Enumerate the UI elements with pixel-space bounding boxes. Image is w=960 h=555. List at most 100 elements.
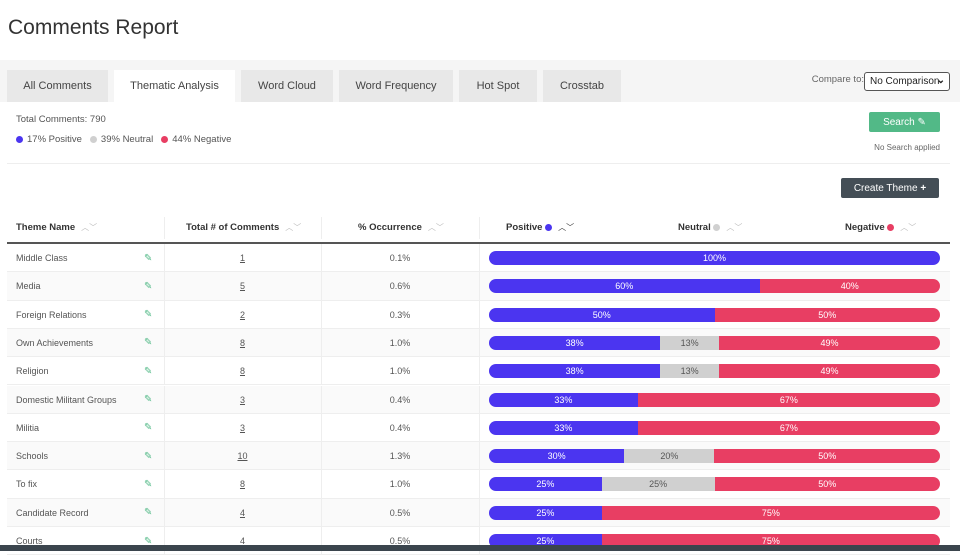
comment-count-link[interactable]: 2 <box>240 310 245 320</box>
plus-icon: + <box>920 182 927 194</box>
tab-hot-spot[interactable]: Hot Spot <box>459 70 537 102</box>
col-occurrence[interactable]: % Occurrence ︿﹀ <box>358 213 444 242</box>
tab-word-cloud[interactable]: Word Cloud <box>241 70 333 102</box>
col-separator <box>479 413 480 442</box>
comment-count-link[interactable]: 8 <box>240 479 245 489</box>
tab-all-comments[interactable]: All Comments <box>7 70 108 102</box>
theme-name: Candidate Record <box>16 507 89 518</box>
positive-segment: 25% <box>489 505 602 520</box>
search-status: No Search applied <box>874 143 940 152</box>
edit-icon[interactable]: ✎ <box>144 442 152 470</box>
negative-segment: 40% <box>759 279 940 294</box>
edit-icon[interactable]: ✎ <box>144 470 152 498</box>
create-theme-button[interactable]: Create Theme + <box>841 178 939 198</box>
search-label: Search <box>883 116 915 128</box>
table-row: Schools ✎ 10 1.3% 30% 20% 50% <box>7 442 950 471</box>
col-label: Total # of Comments <box>186 222 280 233</box>
neutral-segment: 25% <box>601 477 715 492</box>
tab-word-frequency[interactable]: Word Frequency <box>339 70 453 102</box>
negative-segment: 49% <box>719 335 940 350</box>
edit-icon[interactable]: ✎ <box>144 272 152 300</box>
table-row: Domestic Militant Groups ✎ 3 0.4% 33% 67% <box>7 385 950 414</box>
comment-count-link[interactable]: 3 <box>240 423 245 433</box>
edit-icon[interactable]: ✎ <box>144 499 152 527</box>
table-row: Media ✎ 5 0.6% 60% 40% <box>7 272 950 301</box>
col-label: % Occurrence <box>358 222 422 233</box>
col-theme-name[interactable]: Theme Name ︿﹀ <box>16 213 97 242</box>
occurrence: 1.3% <box>389 451 411 462</box>
occurrence: 0.5% <box>389 507 411 518</box>
bottom-bar <box>0 545 960 551</box>
negative-segment: 50% <box>714 449 940 464</box>
comment-count-link[interactable]: 3 <box>240 395 245 405</box>
divider <box>7 163 950 164</box>
col-neutral[interactable]: Neutral ︿﹀ <box>678 213 742 242</box>
col-separator <box>321 217 322 239</box>
sentiment-legend: 17% Positive 39% Neutral 44% Negative <box>16 134 231 145</box>
positive-segment: 30% <box>489 449 625 464</box>
table-row: Militia ✎ 3 0.4% 33% 67% <box>7 413 950 443</box>
negative-segment: 50% <box>714 307 940 322</box>
comment-count-link[interactable]: 8 <box>240 366 245 376</box>
col-separator <box>479 328 480 357</box>
comment-count-link[interactable]: 1 <box>240 253 245 263</box>
edit-icon: ✎ <box>917 116 926 128</box>
edit-icon[interactable]: ✎ <box>144 244 152 272</box>
sentiment-bar: 33% 67% <box>489 420 940 435</box>
tab-crosstab[interactable]: Crosstab <box>543 70 621 102</box>
positive-segment: 50% <box>489 307 715 322</box>
positive-segment: 38% <box>489 364 661 379</box>
sentiment-bar: 38% 13% 49% <box>489 364 940 379</box>
sentiment-bar: 60% 40% <box>489 279 940 294</box>
col-separator <box>479 244 480 272</box>
edit-icon[interactable]: ✎ <box>144 329 152 357</box>
positive-segment: 33% <box>489 392 638 407</box>
sentiment-bar: 25% 25% 50% <box>489 477 940 492</box>
occurrence: 0.1% <box>389 253 411 263</box>
positive-segment: 60% <box>489 279 760 294</box>
theme-name: Own Achievements <box>16 337 94 348</box>
search-button[interactable]: Search ✎ <box>869 112 940 132</box>
occurrence: 0.6% <box>389 281 411 292</box>
negative-segment: 67% <box>637 420 940 435</box>
col-total[interactable]: Total # of Comments ︿﹀ <box>186 213 301 242</box>
comment-count-link[interactable]: 10 <box>237 451 247 461</box>
sort-icon[interactable]: ︿﹀ <box>900 222 916 233</box>
sort-icon[interactable]: ︿﹀ <box>428 222 444 233</box>
positive-dot-icon <box>545 224 553 231</box>
table-row: Religion ✎ 8 1.0% 38% 13% 49% <box>7 357 950 386</box>
theme-name: Schools <box>16 451 49 462</box>
col-label: Theme Name <box>16 222 76 233</box>
occurrence: 1.0% <box>389 479 411 490</box>
edit-icon[interactable]: ✎ <box>144 357 152 385</box>
compare-select[interactable]: No Comparison ⌄ <box>864 72 950 91</box>
col-separator <box>479 300 480 329</box>
table-row: Foreign Relations ✎ 2 0.3% 50% 50% <box>7 300 950 329</box>
neutral-dot-icon <box>713 224 721 231</box>
table-row: Own Achievements ✎ 8 1.0% 38% 13% 49% <box>7 328 950 358</box>
col-separator <box>479 385 480 414</box>
theme-name: Domestic Militant Groups <box>16 394 117 405</box>
tab-thematic-analysis[interactable]: Thematic Analysis <box>114 70 235 102</box>
edit-icon[interactable]: ✎ <box>144 414 152 442</box>
sort-icon[interactable]: ︿﹀ <box>81 222 97 233</box>
sort-icon[interactable]: ︿﹀ <box>726 222 742 233</box>
neutral-segment: 13% <box>660 364 719 379</box>
occurrence: 1.0% <box>389 366 411 377</box>
sort-icon[interactable]: ︿﹀ <box>285 222 301 233</box>
col-negative[interactable]: Negative ︿﹀ <box>845 213 916 242</box>
col-positive[interactable]: Positive ︿﹀ <box>506 213 574 242</box>
table-row: To fix ✎ 8 1.0% 25% 25% 50% <box>7 470 950 499</box>
theme-name: To fix <box>16 479 38 490</box>
create-theme-label: Create Theme <box>853 182 918 194</box>
comment-count-link[interactable]: 8 <box>240 338 245 348</box>
negative-segment: 50% <box>714 477 940 492</box>
comment-count-link[interactable]: 4 <box>240 508 245 518</box>
edit-icon[interactable]: ✎ <box>144 386 152 414</box>
comment-count-link[interactable]: 5 <box>240 281 245 291</box>
positive-segment: 25% <box>489 477 602 492</box>
edit-icon[interactable]: ✎ <box>144 301 152 329</box>
sort-icon[interactable]: ︿﹀ <box>558 222 574 233</box>
total-comments: Total Comments: 790 <box>16 114 106 125</box>
occurrence: 0.4% <box>389 394 411 405</box>
